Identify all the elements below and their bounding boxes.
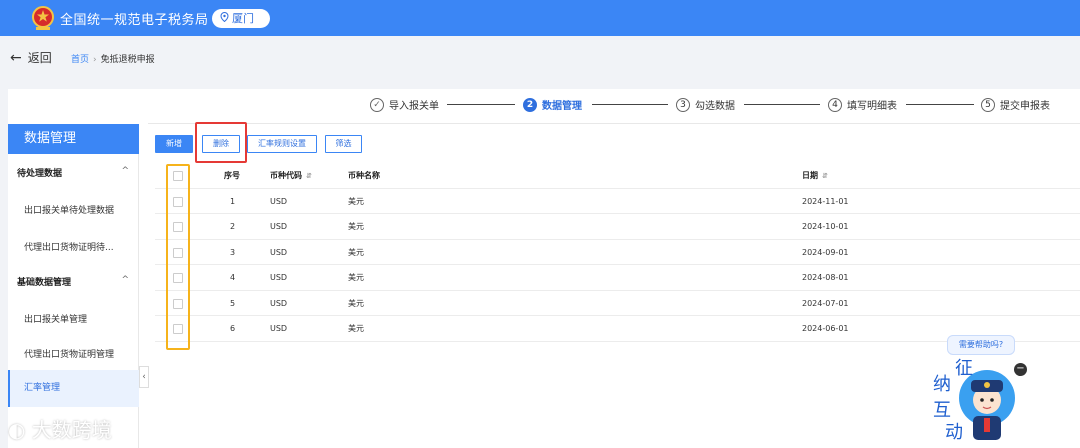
step-3: 3 勾选数据 [676, 97, 735, 112]
back-button[interactable]: ← 返回 [10, 49, 52, 66]
col-header-date[interactable]: 日期 ⇵ [802, 163, 828, 189]
sidebar-group-pending[interactable]: 待处理数据 ^ [8, 166, 139, 179]
step-connector [744, 104, 820, 105]
table-row: 6 USD 美元 2024-06-01 [155, 316, 1080, 342]
table-row: 1 USD 美元 2024-11-01 [155, 189, 1080, 214]
table-row: 5 USD 美元 2024-07-01 [155, 291, 1080, 316]
sidebar-title: 数据管理 [8, 124, 139, 154]
step-connector [906, 104, 974, 105]
step-4: 4 填写明细表 [828, 97, 897, 112]
check-circle-icon: ✓ [370, 97, 384, 112]
city-name: 厦门 [232, 12, 254, 25]
table-header: 序号 币种代码 ⇵ 币种名称 日期 ⇵ [155, 163, 1080, 189]
sidebar-item-agent-proof-pending[interactable]: 代理出口货物证明待... [8, 240, 139, 253]
sidebar-group-basic-data[interactable]: 基础数据管理 ^ [8, 275, 139, 288]
svg-text:征: 征 [955, 358, 973, 379]
help-bubble[interactable]: 需要帮助吗? [947, 335, 1015, 355]
breadcrumb: 首页 › 免抵退税申报 [71, 52, 155, 65]
chevron-up-icon: ^ [121, 275, 129, 285]
sidebar-item-customs-manage[interactable]: 出口报关单管理 [8, 312, 139, 325]
city-selector[interactable]: 厦门 [212, 9, 270, 28]
section-divider [148, 123, 1080, 124]
location-pin-icon [220, 9, 230, 28]
sort-icon[interactable]: ⇵ [822, 172, 828, 180]
add-button[interactable]: 新增 [155, 135, 193, 153]
site-title: 全国统一规范电子税务局 [60, 13, 209, 28]
step-5: 5 提交申报表 [981, 97, 1050, 112]
table-row: 2 USD 美元 2024-10-01 [155, 214, 1080, 240]
highlight-delete-box [195, 122, 247, 163]
svg-text:动: 动 [945, 422, 963, 443]
sidebar-item-exchange-rate[interactable]: 汇率管理 [8, 370, 139, 407]
col-header-currency-name: 币种名称 [348, 171, 380, 180]
sidebar-item-agent-proof-manage[interactable]: 代理出口货物证明管理 [8, 347, 139, 360]
filter-button[interactable]: 筛选 [325, 135, 362, 153]
watermark: ◐ 大数跨境 [8, 418, 112, 442]
svg-text:纳: 纳 [933, 374, 951, 395]
step-1: ✓ 导入报关单 [370, 97, 439, 112]
sub-header: ← 返回 首页 › 免抵退税申报 [0, 36, 1080, 84]
exchange-rate-table: 序号 币种代码 ⇵ 币种名称 日期 ⇵ 1 USD 美元 2024-11-01 2 … [155, 163, 1080, 342]
step-connector [592, 104, 668, 105]
watermark-logo-icon: ◐ [8, 418, 26, 442]
breadcrumb-home[interactable]: 首页 [71, 55, 89, 65]
step-2: 2 数据管理 [523, 97, 582, 112]
national-emblem-icon [32, 6, 54, 30]
table-row: 4 USD 美元 2024-08-01 [155, 265, 1080, 291]
col-header-currency-code[interactable]: 币种代码 ⇵ [270, 163, 312, 189]
sort-icon[interactable]: ⇵ [306, 172, 312, 180]
arrow-left-icon: ← [10, 50, 22, 66]
table-row: 3 USD 美元 2024-09-01 [155, 240, 1080, 265]
collapse-sidebar-button[interactable]: ‹ [139, 366, 149, 388]
breadcrumb-separator-icon: › [93, 55, 97, 65]
top-header: 全国统一规范电子税务局 厦门 [0, 0, 1080, 36]
exchange-rule-settings-button[interactable]: 汇率规则设置 [247, 135, 317, 153]
step-connector [447, 104, 515, 105]
chevron-up-icon: ^ [121, 166, 129, 176]
sidebar-item-customs-pending[interactable]: 出口报关单待处理数据 [8, 203, 139, 216]
tax-mascot-icon[interactable]: 征 纳 互 动 [925, 358, 1025, 446]
col-header-index: 序号 [224, 171, 240, 180]
breadcrumb-current: 免抵退税申报 [100, 55, 155, 65]
svg-text:互: 互 [933, 400, 951, 421]
highlight-checkbox-column [166, 164, 190, 350]
